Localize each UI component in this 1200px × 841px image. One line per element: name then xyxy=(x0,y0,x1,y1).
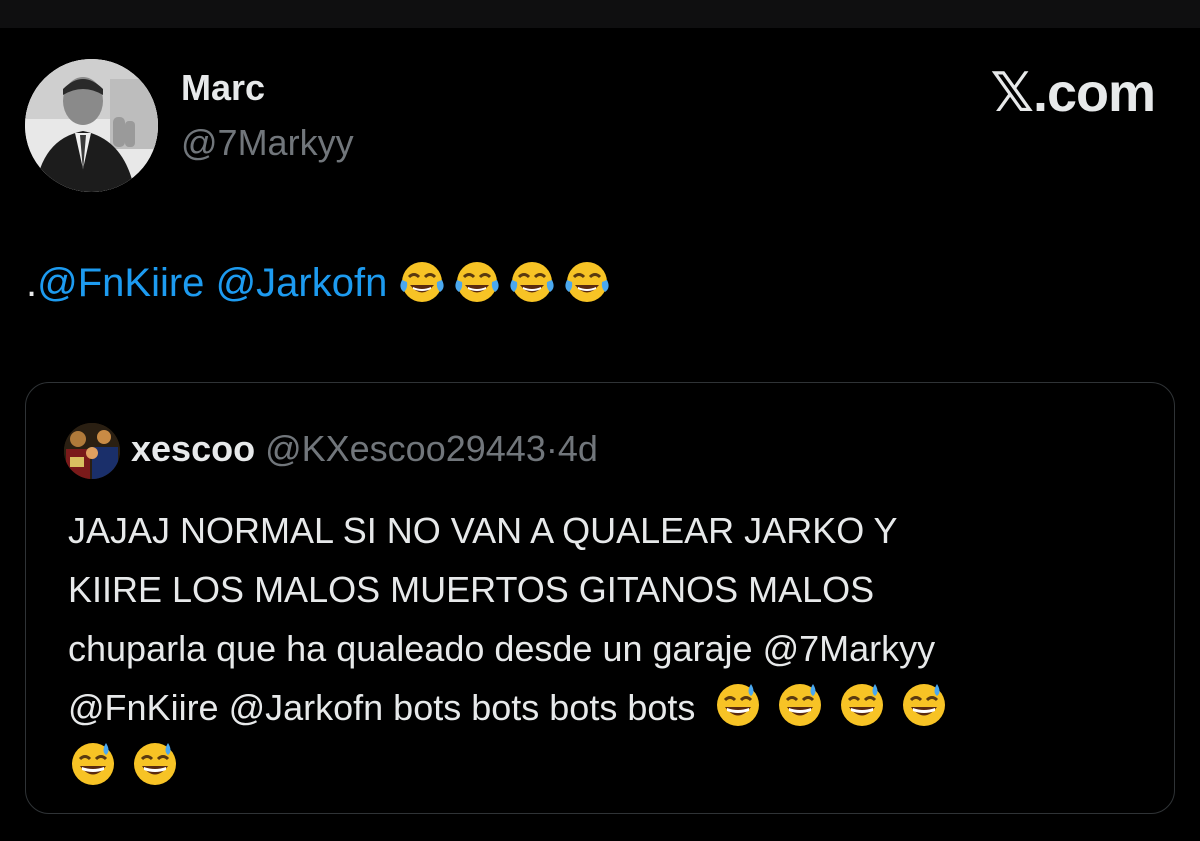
quote-text-line-with-emojis: @FnKiire @Jarkofn bots bots bots bots xyxy=(68,678,1148,737)
tears-of-joy-emoji-icon xyxy=(508,258,556,306)
quote-text: JAJAJ NORMAL SI NO VAN A QUALEAR JARKO Y… xyxy=(68,501,1148,796)
author-name[interactable]: Marc xyxy=(181,70,265,106)
quote-text-line: KIIRE LOS MALOS MUERTOS GITANOS MALOS xyxy=(68,569,875,610)
author-photo-image xyxy=(25,59,158,192)
text-prefix: . xyxy=(26,261,38,305)
quote-text-segment: @FnKiire @Jarkofn bots bots bots bots xyxy=(68,687,696,728)
tears-of-joy-emoji-icon xyxy=(453,258,501,306)
sweat-smile-emoji-icon xyxy=(713,680,763,730)
quote-avatar-image xyxy=(64,423,120,479)
mention-link[interactable]: @Jarkofn xyxy=(216,261,388,305)
quote-text-line: chuparla que ha qualeado desde un garaje… xyxy=(68,628,936,669)
quote-separator: · xyxy=(545,428,558,469)
quote-author-name[interactable]: xescoo xyxy=(131,428,255,469)
top-status-strip xyxy=(0,0,1200,28)
sweat-smile-emoji-icon xyxy=(775,680,825,730)
sweat-smile-emoji-icon xyxy=(68,739,118,789)
quote-author-handle[interactable]: @KXescoo29443 xyxy=(265,428,546,469)
x-com-logo: 𝕏.com xyxy=(990,63,1156,123)
quote-text-line: JAJAJ NORMAL SI NO VAN A QUALEAR JARKO Y xyxy=(68,510,898,551)
tears-of-joy-emoji-icon xyxy=(563,258,611,306)
author-handle[interactable]: @7Markyy xyxy=(181,125,354,161)
author-avatar[interactable] xyxy=(25,59,158,192)
quote-author-avatar[interactable] xyxy=(64,423,120,479)
mention-link[interactable]: @FnKiire xyxy=(37,261,204,305)
quote-header: xescoo @KXescoo29443·4d xyxy=(131,431,598,467)
sweat-smile-emoji-icon xyxy=(837,680,887,730)
sweat-smile-emoji-icon xyxy=(899,680,949,730)
post-text: .@FnKiire @Jarkofn xyxy=(26,258,618,306)
sweat-smile-emoji-icon xyxy=(130,739,180,789)
quote-emoji-line xyxy=(68,737,1148,796)
quoted-post-card[interactable]: xescoo @KXescoo29443·4d JAJAJ NORMAL SI … xyxy=(25,382,1175,814)
quote-timestamp[interactable]: 4d xyxy=(558,428,598,469)
tears-of-joy-emoji-icon xyxy=(398,258,446,306)
